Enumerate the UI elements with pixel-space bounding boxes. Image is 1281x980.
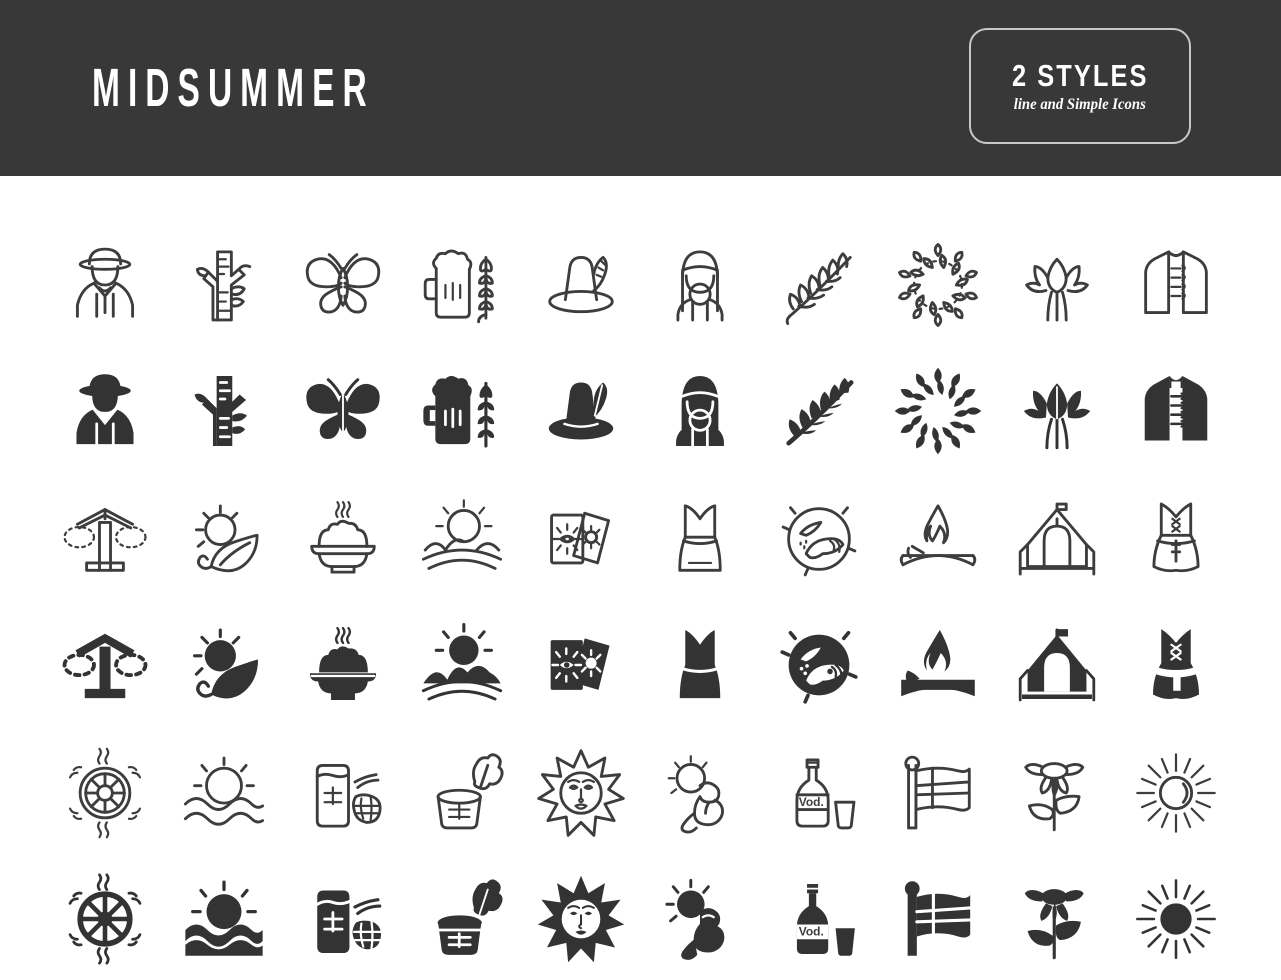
styles-badge: 2 STYLES line and Simple Icons <box>969 28 1191 144</box>
sun-rays-icon[interactable] <box>1122 741 1230 845</box>
jam-jar-berry-icon[interactable] <box>289 741 397 845</box>
sunrise-water-icon[interactable] <box>408 487 516 591</box>
woman-headband-icon[interactable] <box>646 233 754 337</box>
sunbathing-icon[interactable] <box>646 741 754 845</box>
daisy-flower-icon[interactable] <box>1003 741 1111 845</box>
folk-dress-icon[interactable] <box>646 487 754 591</box>
page-title: MIDSUMMER <box>92 58 375 118</box>
sun-leaf-icon[interactable] <box>170 487 278 591</box>
vodka-bottle-icon[interactable]: Vod. <box>765 741 873 845</box>
page-header: MIDSUMMER 2 STYLES line and Simple Icons <box>0 0 1281 176</box>
jam-jar-berry-icon[interactable] <box>289 867 397 971</box>
icon-row-3-simple: Vod. <box>46 864 1236 974</box>
sunset-sea-icon[interactable] <box>170 741 278 845</box>
nordic-flag-icon[interactable] <box>884 741 992 845</box>
icon-row-1-line <box>46 230 1236 340</box>
festival-tent-icon[interactable] <box>1003 613 1111 717</box>
sun-face-icon[interactable] <box>527 741 635 845</box>
icon-grid: Vod. Vod. <box>0 176 1281 980</box>
tulip-flowers-icon[interactable] <box>1003 359 1111 463</box>
svg-text:Vod.: Vod. <box>799 925 824 939</box>
sunset-sea-icon[interactable] <box>170 867 278 971</box>
dirndl-dress-icon[interactable] <box>1122 487 1230 591</box>
man-in-hat-icon[interactable] <box>51 233 159 337</box>
dirndl-dress-icon[interactable] <box>1122 613 1230 717</box>
sauna-bucket-icon[interactable] <box>408 867 516 971</box>
icon-set-page: MIDSUMMER 2 STYLES line and Simple Icons <box>0 0 1281 980</box>
birch-tree-icon[interactable] <box>170 233 278 337</box>
laurel-wreath-icon[interactable] <box>884 359 992 463</box>
midnight-sun-globe-icon[interactable] <box>765 613 873 717</box>
sun-wheel-icon[interactable] <box>51 741 159 845</box>
folk-vest-icon[interactable] <box>1122 233 1230 337</box>
maypole-icon[interactable] <box>51 613 159 717</box>
woman-headband-icon[interactable] <box>646 359 754 463</box>
tulip-flowers-icon[interactable] <box>1003 233 1111 337</box>
sun-rays-icon[interactable] <box>1122 867 1230 971</box>
svg-text:Vod.: Vod. <box>799 795 824 809</box>
laurel-wreath-icon[interactable] <box>884 233 992 337</box>
vodka-bottle-icon[interactable]: Vod. <box>765 867 873 971</box>
hot-dish-icon[interactable] <box>289 613 397 717</box>
maypole-icon[interactable] <box>51 487 159 591</box>
icon-row-2-line <box>46 484 1236 594</box>
sun-leaf-icon[interactable] <box>170 613 278 717</box>
fern-leaf-icon[interactable] <box>765 359 873 463</box>
badge-main-label: 2 STYLES <box>1011 57 1149 93</box>
hot-dish-icon[interactable] <box>289 487 397 591</box>
tarot-cards-icon[interactable] <box>527 487 635 591</box>
daisy-flower-icon[interactable] <box>1003 867 1111 971</box>
folk-vest-icon[interactable] <box>1122 359 1230 463</box>
tyrolean-hat-icon[interactable] <box>527 233 635 337</box>
tarot-cards-icon[interactable] <box>527 613 635 717</box>
sauna-bucket-icon[interactable] <box>408 741 516 845</box>
sunbathing-icon[interactable] <box>646 867 754 971</box>
man-in-hat-icon[interactable] <box>51 359 159 463</box>
icon-row-2-simple <box>46 610 1236 720</box>
icon-row-3-line: Vod. <box>46 738 1236 848</box>
tyrolean-hat-icon[interactable] <box>527 359 635 463</box>
bonfire-icon[interactable] <box>884 487 992 591</box>
beer-mug-wheat-icon[interactable] <box>408 233 516 337</box>
butterfly-icon[interactable] <box>289 233 397 337</box>
midnight-sun-globe-icon[interactable] <box>765 487 873 591</box>
birch-tree-icon[interactable] <box>170 359 278 463</box>
sunrise-water-icon[interactable] <box>408 613 516 717</box>
beer-mug-wheat-icon[interactable] <box>408 359 516 463</box>
fern-leaf-icon[interactable] <box>765 233 873 337</box>
nordic-flag-icon[interactable] <box>884 867 992 971</box>
badge-sub-label: line and Simple Icons <box>1013 95 1147 113</box>
icon-row-1-simple <box>46 356 1236 466</box>
bonfire-icon[interactable] <box>884 613 992 717</box>
festival-tent-icon[interactable] <box>1003 487 1111 591</box>
folk-dress-icon[interactable] <box>646 613 754 717</box>
sun-wheel-icon[interactable] <box>51 867 159 971</box>
sun-face-icon[interactable] <box>527 867 635 971</box>
butterfly-icon[interactable] <box>289 359 397 463</box>
